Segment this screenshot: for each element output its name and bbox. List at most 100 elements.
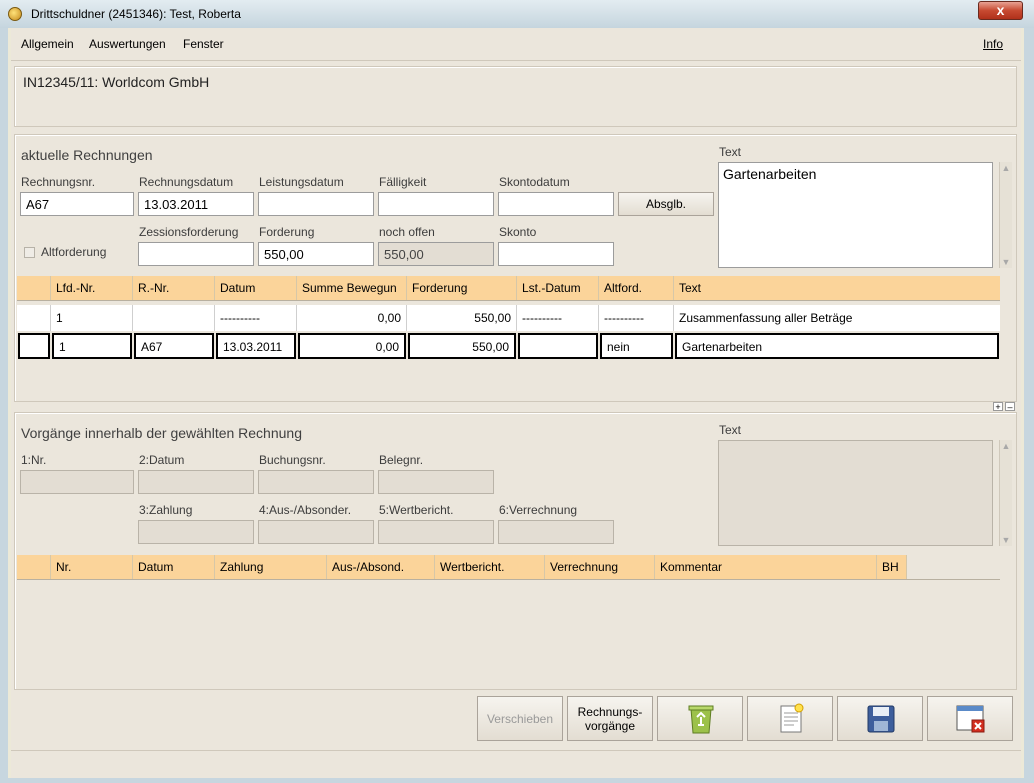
vorgang-nr-field [20,470,134,494]
menu-bar: Allgemein Auswertungen Fenster Info [11,28,1021,61]
verrechnung-label: 6:Verrechnung [499,503,578,517]
vorgang-text-label: Text [719,423,742,437]
datum-label: 2:Datum [139,453,185,467]
col-header-kommentar[interactable]: Kommentar [655,555,877,579]
col-header-forderung[interactable]: Forderung [407,276,517,300]
menu-auswertungen[interactable]: Auswertungen [89,37,166,51]
rechnungen-section-title: aktuelle Rechnungen [21,147,153,163]
splitter-expand-button[interactable]: + [993,402,1003,412]
vorgang-text-scrollbar[interactable]: ▲ ▼ [999,440,1012,546]
belegnr-label: Belegnr. [379,453,424,467]
scroll-up-icon[interactable]: ▲ [1000,440,1012,452]
vorgang-verrechnung-field [498,520,614,544]
vorgaenge-table-header: Nr. Datum Zahlung Aus-/Absond. Wertberic… [17,555,907,579]
cell-altford: ---------- [599,305,674,331]
col-header-wertbericht[interactable]: Wertbericht. [435,555,545,579]
rechnungsvorgaenge-line1: Rechnungs- [577,705,643,719]
cell-summe-bewegung: 0,00 [297,305,407,331]
cell-r-nr [133,305,215,331]
nr-label: 1:Nr. [21,453,47,467]
col-header-select[interactable] [17,555,51,579]
menu-fenster[interactable]: Fenster [183,37,224,51]
save-button[interactable] [837,696,923,741]
altforderung-checkbox[interactable] [24,247,35,258]
skontodatum-field[interactable] [498,192,614,216]
rechnungsnr-field[interactable]: A67 [20,192,134,216]
client-inner: Allgemein Auswertungen Fenster Info IN12… [11,28,1021,778]
app-icon [8,7,22,21]
rechnungsdatum-field[interactable]: 13.03.2011 [138,192,254,216]
vorgaenge-panel: Vorgänge innerhalb der gewählten Rechnun… [14,412,1017,690]
col-header-text[interactable]: Text [674,276,1000,300]
cell-lst-datum: ---------- [517,305,599,331]
col-header-aus-absond[interactable]: Aus-/Absond. [327,555,435,579]
leistungsdatum-field[interactable] [258,192,374,216]
noch-offen-field: 550,00 [378,242,494,266]
col-header-r-nr[interactable]: R.-Nr. [133,276,215,300]
vorgang-aus-absonder-field [258,520,374,544]
cell-altford: nein [600,333,673,359]
vorgang-datum-field [138,470,254,494]
rechnung-text-scrollbar[interactable]: ▲ ▼ [999,162,1012,268]
status-bar [11,750,1021,779]
col-header-altford[interactable]: Altford. [599,276,674,300]
col-header-datum[interactable]: Datum [215,276,297,300]
delete-button[interactable] [657,696,743,741]
scroll-down-icon[interactable]: ▼ [1000,256,1012,268]
cell-select[interactable] [18,333,50,359]
col-header-nr[interactable]: Nr. [51,555,133,579]
faelligkeit-label: Fälligkeit [379,175,427,189]
cell-forderung: 550,00 [407,305,517,331]
vorgang-belegnr-field [378,470,494,494]
absglb-button[interactable]: Absglb. [618,192,714,216]
verschieben-button[interactable]: Verschieben [477,696,563,741]
scroll-down-icon[interactable]: ▼ [1000,534,1012,546]
cell-r-nr: A67 [134,333,214,359]
col-header-datum[interactable]: Datum [133,555,215,579]
close-form-button[interactable] [927,696,1013,741]
new-document-button[interactable] [747,696,833,741]
cell-forderung: 550,00 [408,333,516,359]
zessionsforderung-label: Zessionsforderung [139,225,239,239]
table-row[interactable]: 1 ---------- 0,00 550,00 ---------- ----… [17,305,1000,331]
vorgaenge-section-title: Vorgänge innerhalb der gewählten Rechnun… [21,425,302,441]
cell-datum: ---------- [215,305,297,331]
buchungsnr-label: Buchungsnr. [259,453,326,467]
case-title: IN12345/11: Worldcom GmbH [23,74,210,90]
col-header-select[interactable] [17,276,51,300]
col-header-lst-datum[interactable]: Lst.-Datum [517,276,599,300]
faelligkeit-field[interactable] [378,192,494,216]
rechnungsdatum-label: Rechnungsdatum [139,175,234,189]
vorgang-text-area [718,440,993,546]
scroll-up-icon[interactable]: ▲ [1000,162,1012,174]
rechnung-text-area[interactable]: Gartenarbeiten [718,162,993,268]
forderung-field[interactable]: 550,00 [258,242,374,266]
table-row-selected[interactable]: 1 A67 13.03.2011 0,00 550,00 nein Garten… [17,333,1000,359]
cell-select[interactable] [17,305,51,331]
rechnungsvorgaenge-button[interactable]: Rechnungs- vorgänge [567,696,653,741]
menu-info[interactable]: Info [983,37,1003,51]
splitter-collapse-button[interactable]: – [1005,402,1015,412]
rechnungen-table-header: Lfd.-Nr. R.-Nr. Datum Summe Bewegun Ford… [17,276,1000,300]
rechnungsnr-label: Rechnungsnr. [21,175,96,189]
vorgang-wertbericht-field [378,520,494,544]
leistungsdatum-label: Leistungsdatum [259,175,344,189]
col-header-lfd-nr[interactable]: Lfd.-Nr. [51,276,133,300]
skonto-field[interactable] [498,242,614,266]
vorgang-zahlung-field [138,520,254,544]
table-divider [17,579,1000,580]
col-header-verrechnung[interactable]: Verrechnung [545,555,655,579]
window-close-button[interactable]: x [978,1,1023,20]
col-header-zahlung[interactable]: Zahlung [215,555,327,579]
floppy-disk-icon [867,705,895,733]
col-header-summe-bewegung[interactable]: Summe Bewegun [297,276,407,300]
zessionsforderung-field[interactable] [138,242,254,266]
title-bar[interactable]: Drittschuldner (2451346): Test, Roberta … [0,0,1034,28]
skontodatum-label: Skontodatum [499,175,570,189]
cell-lfd-nr: 1 [51,305,133,331]
col-header-bh[interactable]: BH [877,555,907,579]
cell-lfd-nr: 1 [52,333,132,359]
rechnungen-panel: aktuelle Rechnungen Rechnungsnr. Rechnun… [14,134,1017,402]
cell-summe-bewegung: 0,00 [298,333,406,359]
menu-allgemein[interactable]: Allgemein [21,37,74,51]
